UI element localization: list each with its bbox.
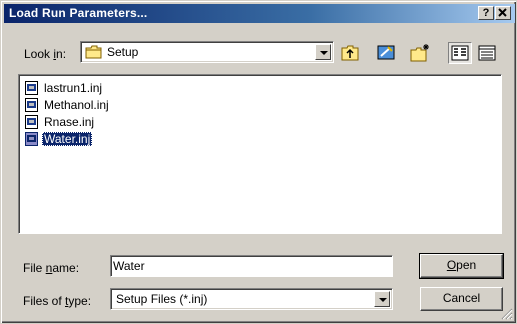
- resize-grip-icon[interactable]: [501, 308, 513, 320]
- file-name-input[interactable]: [113, 258, 388, 274]
- file-name-label: File name:: [23, 261, 80, 275]
- look-in-dropdown[interactable]: Setup: [80, 41, 334, 63]
- help-button[interactable]: ?: [478, 6, 494, 20]
- details-view-icon: [478, 45, 496, 61]
- inj-file-icon: [25, 98, 38, 112]
- file-name-field[interactable]: [110, 255, 393, 277]
- file-type-dropdown[interactable]: Setup Files (*.inj): [110, 288, 393, 310]
- file-name-text: Rnase.inj: [44, 115, 95, 129]
- inj-file-icon: [25, 81, 38, 95]
- details-view-button[interactable]: [475, 42, 499, 64]
- open-button[interactable]: Open: [419, 253, 504, 279]
- look-in-value: Setup: [107, 45, 139, 59]
- inj-file-icon: [25, 115, 38, 129]
- up-one-level-icon: [341, 45, 359, 61]
- load-run-parameters-dialog: Load Run Parameters... ? Look in: Setup: [0, 0, 517, 324]
- file-name-text: lastrun1.inj: [44, 81, 103, 95]
- close-icon: [498, 8, 507, 17]
- file-type-dropdown-button[interactable]: [374, 291, 390, 307]
- look-in-label: Look in:: [24, 47, 67, 61]
- new-folder-icon: [410, 44, 429, 62]
- new-folder-button[interactable]: [408, 42, 432, 64]
- desktop-button[interactable]: [374, 42, 398, 64]
- look-in-dropdown-button[interactable]: [315, 44, 331, 60]
- list-view-icon: [451, 45, 469, 61]
- close-button[interactable]: [495, 6, 511, 20]
- list-view-button[interactable]: [448, 42, 472, 64]
- window-title: Load Run Parameters...: [9, 6, 148, 20]
- file-list[interactable]: lastrun1.inj Methanol.inj Rnase.inj Wate…: [18, 74, 502, 234]
- file-name-text: Methanol.inj: [44, 98, 109, 112]
- desktop-icon: [377, 45, 395, 60]
- file-type-label: Files of type:: [23, 294, 92, 308]
- folder-icon: [85, 45, 102, 59]
- cancel-button[interactable]: Cancel: [420, 287, 503, 311]
- up-one-level-button[interactable]: [338, 42, 362, 64]
- file-type-value: Setup Files (*.inj): [116, 292, 208, 306]
- file-name-text: Water.inj: [42, 132, 93, 146]
- title-bar[interactable]: Load Run Parameters... ?: [4, 4, 515, 23]
- inj-file-icon: [25, 132, 38, 146]
